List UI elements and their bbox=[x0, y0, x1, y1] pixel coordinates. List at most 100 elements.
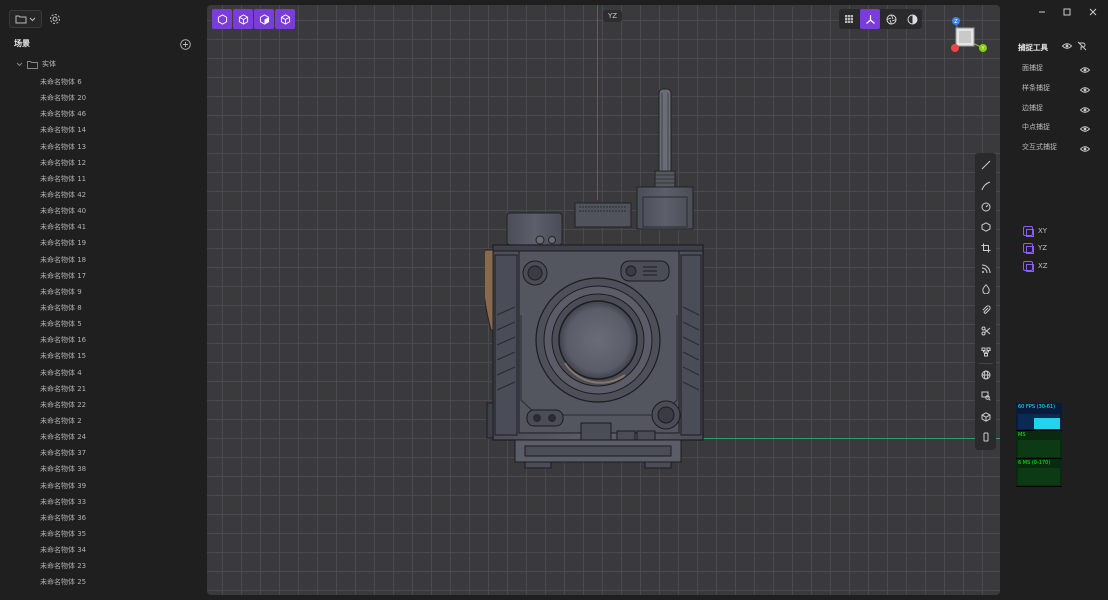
scene-object-item[interactable]: 未命名物体 6 bbox=[40, 76, 86, 92]
nodes-icon bbox=[981, 347, 990, 357]
snap-panel: 捕捉工具 面捕捉 样条捕捉 边捕捉 中点捕捉 交互式捕捉 XY YZ XZ bbox=[1005, 0, 1108, 600]
box-tool-button[interactable] bbox=[976, 406, 996, 427]
scene-object-item[interactable]: 未命名物体 40 bbox=[40, 205, 86, 221]
eye-icon[interactable] bbox=[1080, 144, 1090, 154]
scene-object-item[interactable]: 未命名物体 4 bbox=[40, 367, 86, 383]
scene-object-item[interactable]: 未命名物体 14 bbox=[40, 124, 86, 140]
node-tool-button[interactable] bbox=[976, 341, 996, 362]
scene-object-item[interactable]: 未命名物体 46 bbox=[40, 108, 86, 124]
close-button[interactable] bbox=[1087, 6, 1099, 18]
orientation-gizmo[interactable]: Z Y bbox=[950, 15, 990, 55]
curve-icon bbox=[981, 181, 990, 191]
scene-object-item[interactable]: 未命名物体 24 bbox=[40, 431, 86, 447]
scene-object-item[interactable]: 未命名物体 38 bbox=[40, 463, 86, 479]
add-circle-icon[interactable] bbox=[180, 39, 191, 50]
polygon-tool-button[interactable] bbox=[976, 217, 996, 238]
material-button[interactable] bbox=[902, 9, 922, 29]
scene-object-item[interactable]: 未命名物体 16 bbox=[40, 334, 86, 350]
scene-object-item[interactable]: 未命名物体 13 bbox=[40, 141, 86, 157]
scene-object-item[interactable]: 未命名物体 19 bbox=[40, 237, 86, 253]
plane-item[interactable]: XY bbox=[1023, 222, 1048, 240]
scene-object-item[interactable]: 未命名物体 41 bbox=[40, 221, 86, 237]
toolbar-separator bbox=[978, 362, 993, 364]
scene-object-item[interactable]: 未命名物体 22 bbox=[40, 399, 86, 415]
plane-item[interactable]: XZ bbox=[1023, 257, 1048, 275]
device-tool-button[interactable] bbox=[976, 427, 996, 448]
phone-icon bbox=[983, 432, 988, 442]
minimize-button[interactable] bbox=[1036, 6, 1048, 18]
shading-icon bbox=[907, 14, 917, 24]
entity-group-row[interactable]: 实体 bbox=[16, 59, 56, 69]
scene-object-item[interactable]: 未命名物体 18 bbox=[40, 254, 86, 270]
ms-graph bbox=[1018, 440, 1060, 457]
maximize-button[interactable] bbox=[1061, 6, 1073, 18]
view-name-label: YZ bbox=[603, 10, 623, 22]
circle-tool-button[interactable] bbox=[976, 196, 996, 217]
side-view-button[interactable] bbox=[254, 9, 274, 29]
eye-icon[interactable] bbox=[1080, 65, 1090, 75]
scene-object-item[interactable]: 未命名物体 36 bbox=[40, 512, 86, 528]
iso-view-button[interactable] bbox=[275, 9, 295, 29]
spline-tool-button[interactable] bbox=[976, 258, 996, 279]
circle-icon bbox=[981, 202, 990, 212]
scene-object-item[interactable]: 未命名物体 12 bbox=[40, 157, 86, 173]
trim-tool-button[interactable] bbox=[976, 321, 996, 342]
scene-object-item[interactable]: 未命名物体 9 bbox=[40, 286, 86, 302]
scene-object-list: 未命名物体 6 未命名物体 20 未命名物体 46 未命名物体 14 未命名物体 13 未… bbox=[40, 76, 86, 593]
snap-option[interactable]: 中点捕捉 bbox=[1022, 122, 1100, 142]
eye-icon[interactable] bbox=[1062, 41, 1072, 51]
eye-icon[interactable] bbox=[1080, 85, 1090, 95]
snap-option[interactable]: 面捕捉 bbox=[1022, 63, 1100, 83]
render-mode-button[interactable] bbox=[881, 9, 901, 29]
maximize-icon bbox=[1063, 8, 1071, 16]
fps-label: 60 FPS (30-61) bbox=[1018, 404, 1056, 410]
settings-button[interactable] bbox=[46, 10, 64, 28]
snap-off-icon[interactable] bbox=[1077, 41, 1087, 51]
scene-object-item[interactable]: 未命名物体 34 bbox=[40, 544, 86, 560]
inspect-tool-button[interactable] bbox=[976, 386, 996, 407]
eye-icon[interactable] bbox=[1080, 105, 1090, 115]
front-view-button[interactable] bbox=[233, 9, 253, 29]
scene-object-item[interactable]: 未命名物体 39 bbox=[40, 480, 86, 496]
snap-options-list: 面捕捉 样条捕捉边捕捉中点捕捉 交互式捕捉 bbox=[1022, 63, 1100, 162]
snap-option-label: 边捕捉 bbox=[1022, 103, 1043, 112]
arc-tool-button[interactable] bbox=[976, 176, 996, 197]
attach-tool-button[interactable] bbox=[976, 300, 996, 321]
scene-object-item[interactable]: 未命名物体 17 bbox=[40, 270, 86, 286]
globe-tool-button[interactable] bbox=[976, 365, 996, 386]
shape-tool-button[interactable] bbox=[976, 279, 996, 300]
grid-toggle-button[interactable] bbox=[839, 9, 859, 29]
axes-toggle-button[interactable] bbox=[860, 9, 880, 29]
scene-object-item[interactable]: 未命名物体 20 bbox=[40, 92, 86, 108]
rectangle-tool-button[interactable] bbox=[976, 238, 996, 259]
scene-panel: 场景 实体 未命名物体 6 未命名物体 20 未命名物体 46 未命名物体 14 未命名… bbox=[0, 0, 207, 600]
viewport-top-tab[interactable] bbox=[776, 5, 808, 7]
scene-object-item[interactable]: 未命名物体 42 bbox=[40, 189, 86, 205]
snap-option-label: 样条捕捉 bbox=[1022, 83, 1050, 92]
folder-dropdown-button[interactable] bbox=[9, 10, 42, 28]
line-tool-button[interactable] bbox=[976, 155, 996, 176]
app-window: 场景 实体 未命名物体 6 未命名物体 20 未命名物体 46 未命名物体 14 未命名… bbox=[0, 0, 1108, 600]
scene-object-item[interactable]: 未命名物体 15 bbox=[40, 350, 86, 366]
mem-panel: 6 MS (0-170) bbox=[1016, 459, 1062, 487]
drawing-toolbar bbox=[975, 153, 996, 450]
scene-object-item[interactable]: 未命名物体 8 bbox=[40, 302, 86, 318]
eye-icon[interactable] bbox=[1080, 124, 1090, 134]
snap-option[interactable]: 边捕捉 bbox=[1022, 103, 1100, 123]
scissors-icon bbox=[981, 326, 990, 336]
snap-option[interactable]: 样条捕捉 bbox=[1022, 83, 1100, 103]
top-view-button[interactable] bbox=[212, 9, 232, 29]
scene-object-item[interactable]: 未命名物体 21 bbox=[40, 383, 86, 399]
plane-item[interactable]: YZ bbox=[1023, 240, 1048, 258]
scene-object-item[interactable]: 未命名物体 11 bbox=[40, 173, 86, 189]
performance-stats[interactable]: 60 FPS (30-61) MS 6 MS (0-170) bbox=[1016, 403, 1062, 487]
3d-viewport[interactable]: YZ bbox=[207, 5, 1000, 595]
scene-object-item[interactable]: 未命名物体 33 bbox=[40, 496, 86, 512]
snap-option[interactable]: 交互式捕捉 bbox=[1022, 142, 1100, 162]
scene-object-item[interactable]: 未命名物体 2 bbox=[40, 415, 86, 431]
scene-object-item[interactable]: 未命名物体 25 bbox=[40, 576, 86, 592]
scene-object-item[interactable]: 未命名物体 35 bbox=[40, 528, 86, 544]
scene-object-item[interactable]: 未命名物体 23 bbox=[40, 560, 86, 576]
scene-object-item[interactable]: 未命名物体 5 bbox=[40, 318, 86, 334]
scene-object-item[interactable]: 未命名物体 37 bbox=[40, 447, 86, 463]
